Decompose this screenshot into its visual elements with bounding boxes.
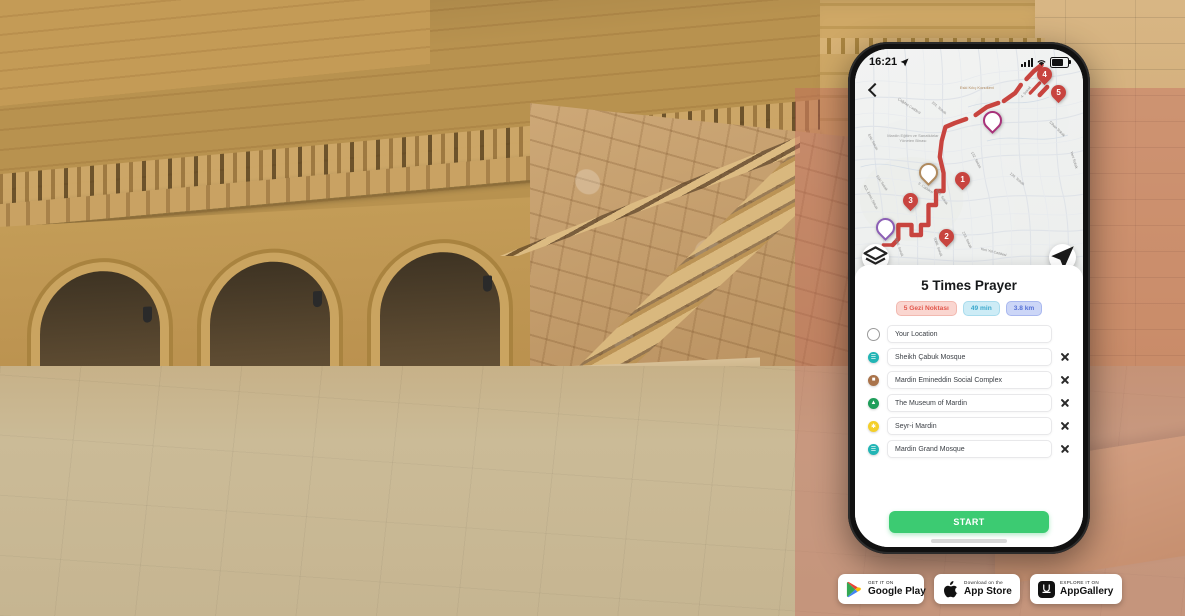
mosque-icon: ☰ [868,351,879,363]
viewpoint-icon: ✱ [868,420,879,432]
stop-name-field[interactable]: Sheikh Çabuk Mosque [887,348,1052,366]
start-button[interactable]: START [889,511,1049,533]
map-marker-poi[interactable] [978,106,1006,134]
stop-name-field[interactable]: Seyr-i Mardin [887,417,1052,435]
stop-marker: ▲ [867,397,880,409]
stat-badge-distance: 3.8 km [1005,301,1043,316]
status-time: 16:21 [869,56,898,68]
stat-badge-stops: 5 Gezi Noktası [895,301,957,316]
cellular-bars-icon [1020,57,1033,67]
google-play-icon [845,580,863,598]
wall-lamp [143,306,152,323]
list-item[interactable]: ☰ Sheikh Çabuk Mosque [867,348,1071,366]
back-chevron-icon[interactable] [866,81,884,99]
stat-badge-duration: 49 min [962,301,1000,316]
building-icon: ■ [868,374,879,386]
status-right [1020,56,1071,68]
close-x-icon[interactable] [1059,374,1071,386]
stop-label: Seyr-i Mardin [895,422,937,430]
appgallery-icon [1037,580,1055,598]
start-circle-icon [867,327,880,341]
badge-eyebrow: Download on the [964,579,1003,585]
close-x-icon[interactable] [1059,351,1071,363]
list-item[interactable]: ▲ The Museum of Mardin [867,394,1071,412]
appgallery-badge[interactable]: EXPLORE IT ON AppGallery [1030,574,1122,604]
map-marker-poi[interactable] [914,159,942,186]
stop-marker: ☰ [867,351,880,363]
wall-lamp [483,275,492,292]
stop-name-field[interactable]: Mardin Emineddin Social Complex [887,371,1052,389]
promo-stage: 16:21 Eski Kılıç Konukevi Mardin Eğitim … [0,0,1185,616]
list-item[interactable]: ✱ Seyr-i Mardin [867,417,1071,435]
stop-name-field[interactable]: Mardin Grand Mosque [887,440,1052,458]
app-store-text: Download on the App Store [964,579,1012,598]
badge-title: Google Play [868,586,926,598]
map-view[interactable]: Eski Kılıç Konukevi Mardin Eğitim ve San… [855,49,1083,277]
home-indicator [931,539,1007,543]
stop-marker [867,327,880,341]
wall-lamp [313,290,322,308]
mosque-icon: ☰ [868,443,879,455]
stop-marker: ☰ [867,443,880,455]
phone-screen: 16:21 Eski Kılıç Konukevi Mardin Eğitim … [855,49,1083,547]
close-x-icon[interactable] [1059,420,1071,432]
phone-mockup: 16:21 Eski Kılıç Konukevi Mardin Eğitim … [848,42,1090,554]
badge-eyebrow: GET IT ON [868,579,894,585]
wifi-icon [1037,59,1046,66]
route-sheet: 5 Times Prayer 5 Gezi Noktası 49 min 3.8… [855,265,1083,547]
badge-title: App Store [964,586,1012,598]
stop-list: Your Location ☰ Sheikh Çabuk Mosque ■ Ma… [867,325,1071,458]
close-x-icon[interactable] [1059,397,1071,409]
status-left: 16:21 [869,56,909,68]
map-poi-label: Mardin Eğitim ve Sanatkârlar Yöneten Bin… [887,133,939,144]
location-arrow-icon [900,58,909,66]
store-badges: GET IT ON Google Play Download on the Ap… [838,574,1122,604]
map-poi-label: Eski Kılıç Konukevi [959,85,994,91]
battery-icon [1050,56,1071,68]
badge-title: AppGallery [1060,586,1114,598]
list-item[interactable]: Your Location [867,325,1071,343]
stop-marker: ■ [867,374,880,386]
map-marker-1[interactable]: 1 [952,169,974,191]
app-store-badge[interactable]: Download on the App Store [934,574,1020,604]
close-x-icon[interactable] [1059,443,1071,455]
list-item[interactable]: ☰ Mardin Grand Mosque [867,440,1071,458]
map-marker-label: 5 [1056,87,1061,97]
stop-name-field[interactable]: Your Location [887,325,1052,343]
stop-label: Your Location [895,330,938,338]
status-bar: 16:21 [855,49,1083,75]
stop-label: Mardin Emineddin Social Complex [895,376,1002,384]
map-marker-label: 2 [944,231,950,241]
stop-name-field[interactable]: The Museum of Mardin [887,394,1052,412]
appgallery-text: EXPLORE IT ON AppGallery [1060,579,1114,598]
apple-icon [941,580,959,598]
badge-eyebrow: EXPLORE IT ON [1060,579,1100,585]
stop-label: Sheikh Çabuk Mosque [895,353,966,361]
stop-label: The Museum of Mardin [895,399,967,407]
map-marker-3[interactable]: 3 [899,189,921,212]
map-marker-poi[interactable] [871,213,899,241]
list-item[interactable]: ■ Mardin Emineddin Social Complex [867,371,1071,389]
museum-icon: ▲ [868,397,879,409]
google-play-text: GET IT ON Google Play [868,579,926,598]
stop-marker: ✱ [867,420,880,432]
map-marker-label: 3 [908,195,913,205]
route-title: 5 Times Prayer [921,278,1017,293]
map-marker-2[interactable]: 2 [936,226,958,248]
map-marker-label: 1 [960,174,966,184]
stop-label: Mardin Grand Mosque [895,445,965,453]
route-stats: 5 Gezi Noktası 49 min 3.8 km [867,301,1071,316]
google-play-badge[interactable]: GET IT ON Google Play [838,574,926,604]
map-marker-5[interactable]: 5 [1047,82,1070,104]
